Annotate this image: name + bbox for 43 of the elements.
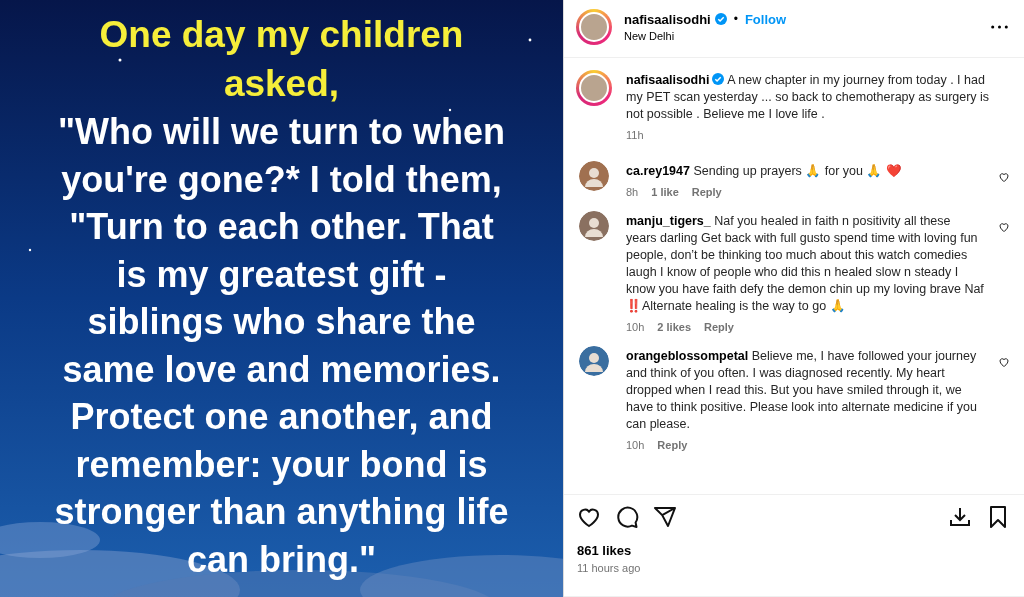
image-text-line: you're gone?* I told them, [61, 157, 502, 202]
avatar[interactable] [579, 346, 609, 376]
timestamp: 11h [626, 129, 644, 141]
avatar[interactable] [579, 211, 609, 241]
reply-link[interactable]: Reply [704, 321, 734, 333]
image-heading-line: One day my children [99, 13, 464, 57]
image-text-line: siblings who share the [87, 300, 476, 344]
caption-text: nafisaalisodhi A new chapter in my journey from today . I had my PET scan yesterday ... so back to chemotherapy as surgery is not possible . Believe me I love life . [626, 72, 991, 123]
avatar[interactable] [579, 161, 609, 191]
heart-icon[interactable] [998, 171, 1010, 183]
timestamp: 10h [626, 321, 645, 333]
heart-icon[interactable] [998, 221, 1010, 233]
more-options-icon[interactable] [991, 24, 1008, 29]
image-text-line: "Turn to each other. That [69, 205, 494, 249]
timestamp: 8h [626, 186, 639, 198]
like-count[interactable]: 1 like [651, 186, 679, 198]
post-time: 11 hours ago [564, 558, 1024, 597]
image-heading-line: asked, [223, 62, 340, 106]
image-text-line: is my greatest gift - [116, 252, 447, 297]
separator: • [733, 12, 738, 26]
location[interactable]: New Delhi [624, 29, 991, 42]
comment-icon[interactable] [615, 505, 639, 529]
image-text-line: remember: your bond is [75, 442, 488, 487]
like-count[interactable]: 2 likes [657, 321, 691, 333]
heart-icon[interactable] [998, 356, 1010, 368]
avatar[interactable] [576, 70, 612, 106]
username[interactable]: nafisaalisodhi [624, 11, 711, 27]
reply-link[interactable]: Reply [657, 439, 688, 451]
reply-link[interactable]: Reply [691, 186, 722, 198]
comment-text: orangeblossompetal Believe me, I have followed your journey and think of you often. I was diagnosed recently. My heart dropped when I read this. But you have smiled through it, we have to think positive. Please look into alternate medicine if you can please. [626, 348, 978, 433]
like-count[interactable]: 861 likes [564, 537, 1024, 558]
download-icon[interactable] [948, 505, 972, 529]
comment-text: manju_tigers_ Naf you healed in faith n positivity all these years darling Get back with full gusto spend time with loving fun people, don’t be thinking too much about this watch comedies laugh I know of people who did this n healed slow n steady I know you have faith defy the demon chin up my loving brave Naf ‼Alternate healing is the way to go 🙏 [626, 213, 984, 315]
image-text-line: "Who will we turn to when [58, 110, 505, 154]
image-text-line: can bring." [186, 537, 377, 582]
image-text-line: Protect one another, and [70, 395, 493, 439]
avatar[interactable] [576, 8, 612, 45]
timestamp: 10h [626, 439, 645, 451]
send-icon[interactable] [653, 505, 677, 529]
image-text-line: stronger than anything life [54, 490, 509, 534]
follow-button[interactable]: Follow [744, 11, 787, 27]
comment-text: ca.rey1947 Sending up prayers 🙏 for you 🙏 ❤ [626, 163, 903, 180]
image-text-line: same love and memories. [62, 347, 501, 392]
